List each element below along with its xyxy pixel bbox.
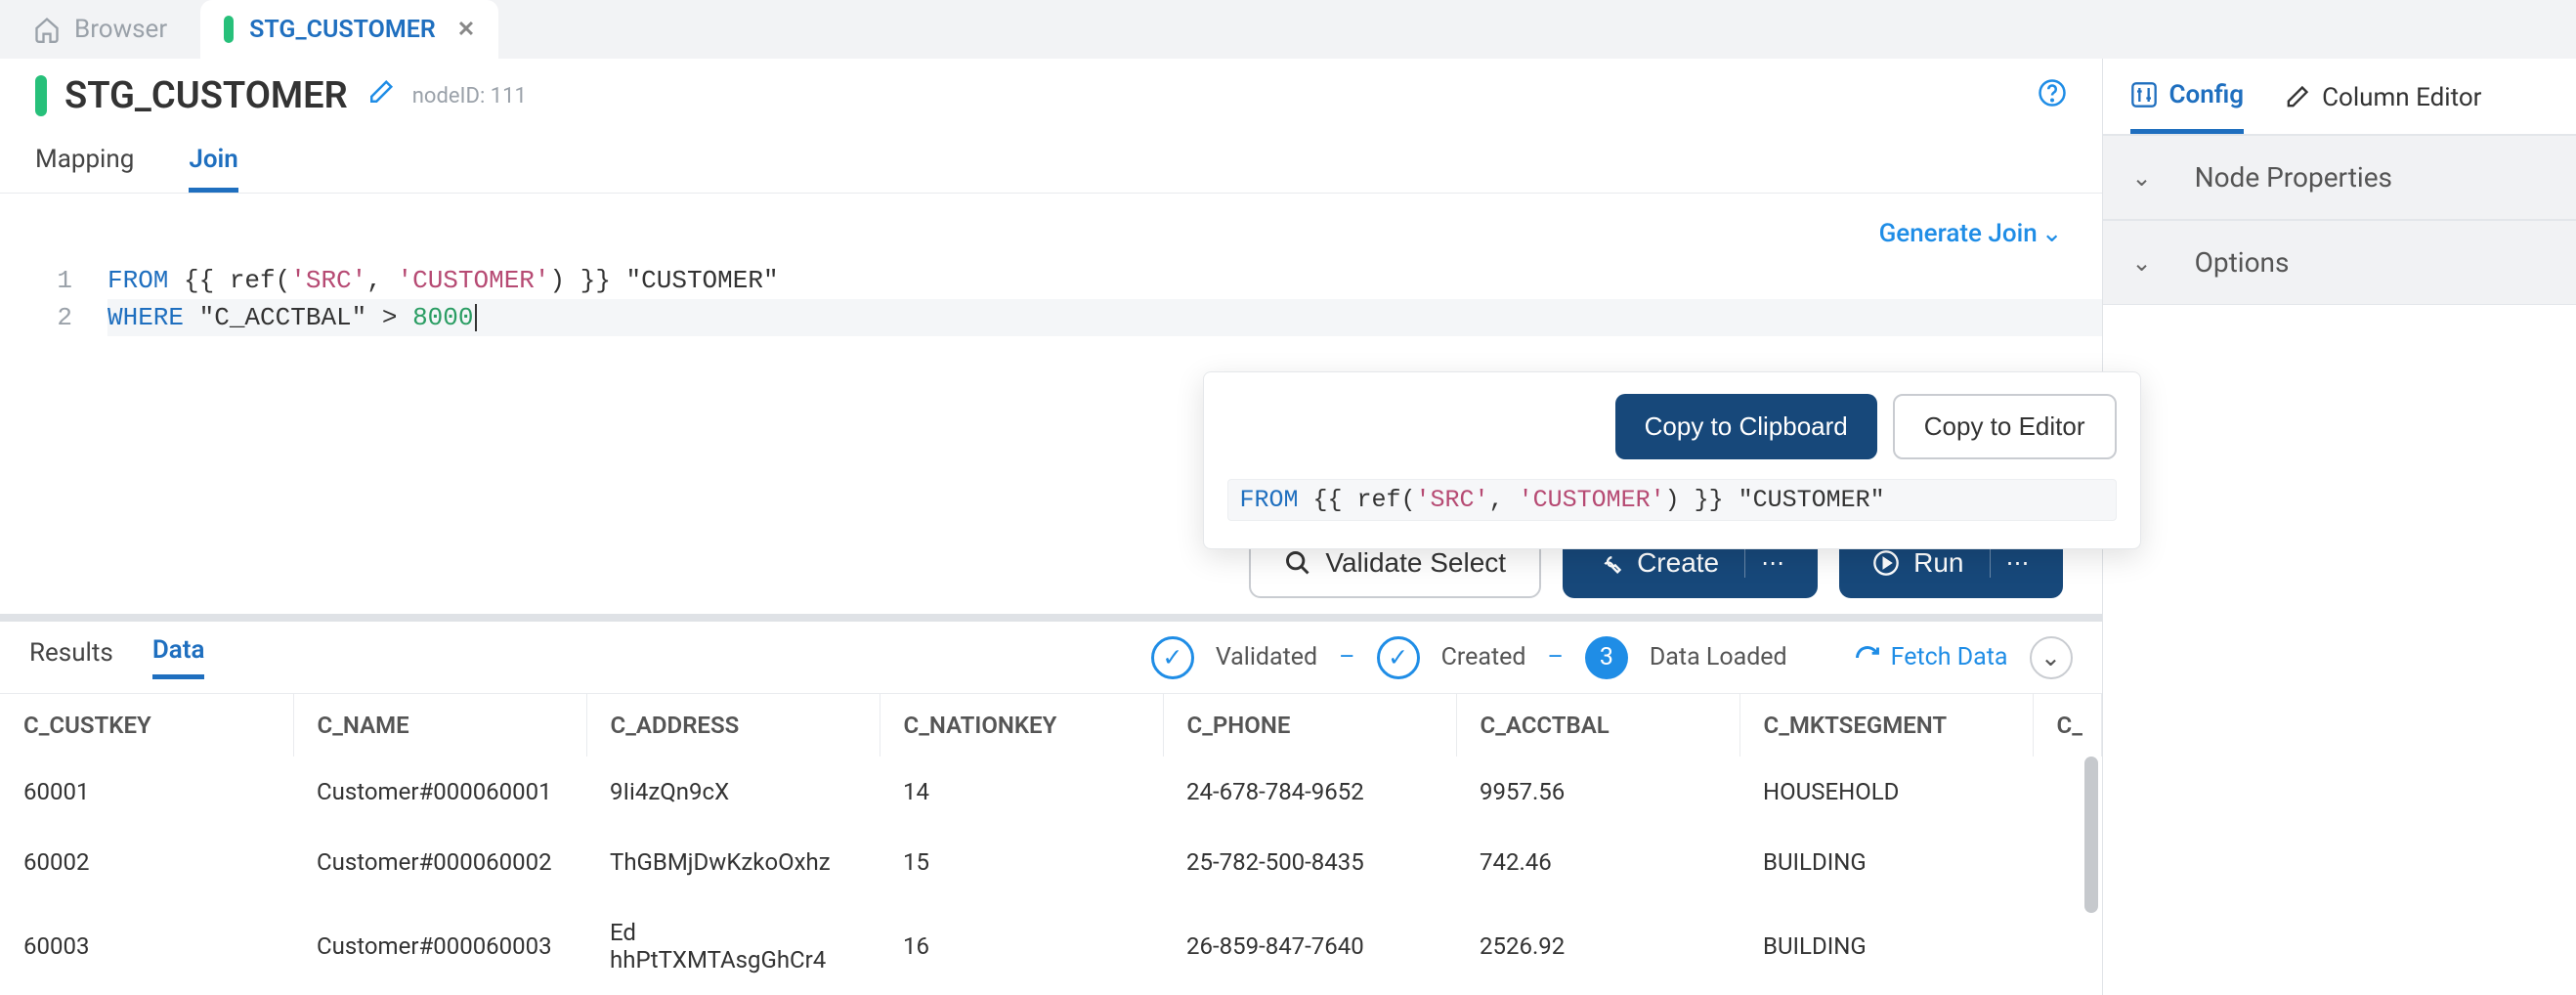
tab-column-editor[interactable]: Column Editor (2283, 80, 2481, 134)
data-table: C_CUSTKEY C_NAME C_ADDRESS C_NATIONKEY C… (0, 694, 2102, 995)
pencil-icon[interactable] (365, 78, 395, 114)
separator-icon: – (1547, 643, 1563, 671)
generate-join-label: Generate Join (1879, 219, 2038, 248)
chevron-down-double-icon: ⌄ (2040, 643, 2061, 672)
table-row[interactable]: 60003 Customer#000060003 Ed hhPtTXMTAsgG… (0, 897, 2101, 995)
accordion-label: Options (2195, 246, 2290, 279)
create-label: Create (1637, 547, 1719, 579)
col-header[interactable]: C_CUSTKEY (0, 694, 293, 757)
separator-icon: – (1339, 643, 1354, 671)
table-row[interactable]: 60002 Customer#000060002 ThGBMjDwKzkoOxh… (0, 827, 2101, 897)
col-header[interactable]: C_PHONE (1163, 694, 1456, 757)
tab-results[interactable]: Results (29, 638, 113, 677)
chevron-down-icon: ⌄ (2132, 164, 2152, 192)
sql-editor[interactable]: 1 2 FROM {{ ref('SRC', 'CUSTOMER') }} "C… (0, 262, 2102, 336)
generate-join-link[interactable]: Generate Join ⌄ (1879, 219, 2063, 248)
accordion-label: Node Properties (2195, 161, 2392, 194)
check-icon: ✓ (1151, 636, 1194, 679)
tab-data[interactable]: Data (152, 635, 205, 679)
accordion-options[interactable]: ⌄ Options (2103, 220, 2576, 305)
node-id: nodeID: 111 (412, 84, 527, 108)
col-header[interactable]: C_ACCTBAL (1456, 694, 1739, 757)
tab-active[interactable]: STG_CUSTOMER ✕ (200, 0, 498, 59)
status-validated: Validated (1216, 643, 1317, 671)
fetch-data-label: Fetch Data (1891, 643, 2008, 671)
page-title: STG_CUSTOMER (64, 74, 348, 117)
tab-browser-label: Browser (74, 15, 167, 44)
node-type-indicator (35, 75, 47, 116)
fetch-data-link[interactable]: Fetch Data (1854, 643, 2008, 671)
search-icon (1284, 549, 1311, 577)
refresh-icon (1854, 644, 1881, 671)
gutter-line: 2 (0, 299, 72, 336)
generate-join-popover: Copy to Clipboard Copy to Editor FROM {{… (1203, 371, 2141, 549)
play-icon (1872, 549, 1900, 577)
accordion-node-properties[interactable]: ⌄ Node Properties (2103, 135, 2576, 220)
wrench-icon (1596, 549, 1623, 577)
generated-sql: FROM {{ ref('SRC', 'CUSTOMER') }} "CUSTO… (1227, 479, 2117, 521)
close-icon[interactable]: ✕ (457, 18, 475, 42)
tab-mapping[interactable]: Mapping (35, 145, 134, 193)
status-data-loaded: Data Loaded (1650, 643, 1787, 671)
tab-config[interactable]: Config (2130, 80, 2245, 134)
chevron-down-icon: ⌄ (2041, 219, 2063, 248)
code-line: WHERE "C_ACCTBAL" > 8000 (107, 299, 2102, 336)
check-icon: ✓ (1377, 636, 1420, 679)
col-header[interactable]: C_ADDRESS (586, 694, 880, 757)
gutter-line: 1 (0, 262, 72, 299)
more-icon[interactable]: ⋯ (1744, 549, 1784, 578)
cursor-icon (475, 304, 477, 331)
tab-column-editor-label: Column Editor (2322, 83, 2481, 112)
collapse-button[interactable]: ⌄ (2030, 636, 2073, 679)
chevron-down-icon: ⌄ (2132, 249, 2152, 277)
step-badge: 3 (1585, 636, 1628, 679)
help-icon[interactable] (2038, 78, 2067, 114)
status-created: Created (1441, 643, 1526, 671)
col-header[interactable]: C_NATIONKEY (880, 694, 1163, 757)
copy-to-editor-button[interactable]: Copy to Editor (1893, 394, 2117, 459)
tab-active-label: STG_CUSTOMER (249, 16, 436, 44)
pencil-icon (2283, 84, 2310, 111)
code-line: FROM {{ ref('SRC', 'CUSTOMER') }} "CUSTO… (107, 262, 2102, 299)
validate-select-label: Validate Select (1325, 547, 1506, 579)
tab-browser[interactable]: Browser (23, 15, 177, 44)
run-label: Run (1913, 547, 1963, 579)
table-row[interactable]: 60001 Customer#000060001 9Ii4zQn9cX 14 2… (0, 757, 2101, 827)
scrollbar[interactable] (2084, 757, 2098, 913)
copy-to-clipboard-button[interactable]: Copy to Clipboard (1615, 394, 1877, 459)
node-type-indicator (224, 16, 234, 43)
col-header[interactable]: C_ (2033, 694, 2101, 757)
col-header[interactable]: C_NAME (293, 694, 586, 757)
home-icon (33, 16, 61, 43)
col-header[interactable]: C_MKTSEGMENT (1739, 694, 2033, 757)
sliders-icon (2130, 81, 2158, 108)
tab-join[interactable]: Join (189, 145, 237, 193)
tab-config-label: Config (2169, 80, 2245, 109)
more-icon[interactable]: ⋯ (1990, 549, 2030, 578)
